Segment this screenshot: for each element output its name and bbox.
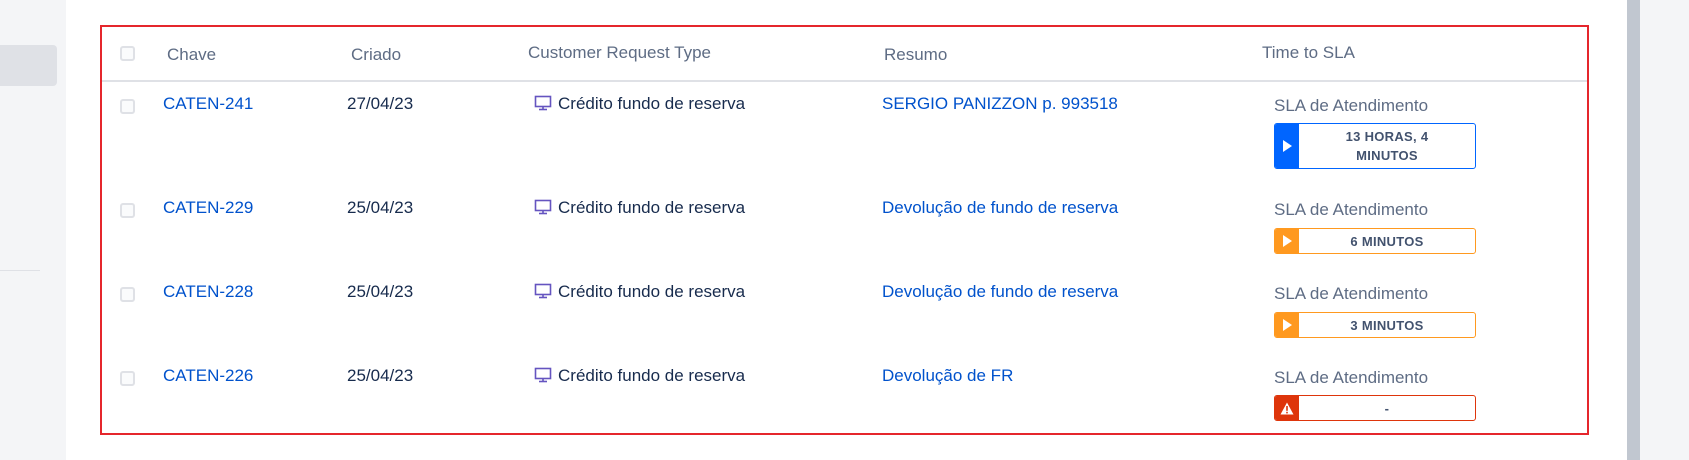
request-type: Crédito fundo de reserva xyxy=(534,366,745,386)
sla-name: SLA de Atendimento xyxy=(1274,284,1429,303)
row-checkbox[interactable] xyxy=(120,203,135,218)
table-header: Chave Criado Customer Request Type Resum… xyxy=(102,27,1587,82)
row-checkbox[interactable] xyxy=(120,99,135,114)
created-date: 25/04/23 xyxy=(347,282,414,301)
warning-icon xyxy=(1275,396,1299,420)
summary-link[interactable]: Devolução de fundo de reserva xyxy=(882,282,1118,302)
summary-link[interactable]: Devolução de fundo de reserva xyxy=(882,198,1118,218)
summary-link[interactable]: SERGIO PANIZZON p. 993518 xyxy=(882,94,1118,114)
sidebar-divider xyxy=(0,270,40,271)
monitor-icon xyxy=(534,283,552,299)
sla-badge: 6 MINUTOS xyxy=(1274,228,1476,254)
play-icon xyxy=(1275,229,1299,253)
issue-key-link[interactable]: CATEN-226 xyxy=(163,366,253,386)
request-type: Crédito fundo de reserva xyxy=(534,198,745,218)
created-date: 25/04/23 xyxy=(347,198,414,217)
issue-key-link[interactable]: CATEN-241 xyxy=(163,94,253,114)
header-criado[interactable]: Criado xyxy=(351,45,401,65)
sla-value: 13 HORAS, 4 MINUTOS xyxy=(1345,129,1429,163)
vertical-scrollbar[interactable] xyxy=(1627,0,1640,460)
header-request-type[interactable]: Customer Request Type xyxy=(528,43,711,63)
header-resumo[interactable]: Resumo xyxy=(884,45,947,65)
monitor-icon xyxy=(534,367,552,383)
request-type-label: Crédito fundo de reserva xyxy=(558,282,746,301)
play-icon xyxy=(1275,313,1299,337)
monitor-icon xyxy=(534,95,552,111)
request-type-label: Crédito fundo de reserva xyxy=(558,94,746,113)
sidebar xyxy=(0,0,66,460)
sla-badge: 13 HORAS, 4 MINUTOS xyxy=(1274,123,1476,169)
sla-name: SLA de Atendimento xyxy=(1274,96,1429,115)
row-checkbox[interactable] xyxy=(120,287,135,302)
request-type: Crédito fundo de reserva xyxy=(534,282,745,302)
play-icon xyxy=(1275,124,1299,168)
issue-table: Chave Criado Customer Request Type Resum… xyxy=(100,25,1589,435)
summary-link[interactable]: Devolução de FR xyxy=(882,366,1013,386)
issue-key-link[interactable]: CATEN-228 xyxy=(163,282,253,302)
created-date: 25/04/23 xyxy=(347,366,414,385)
monitor-icon xyxy=(534,199,552,215)
row-checkbox[interactable] xyxy=(120,371,135,386)
header-time-to-sla[interactable]: Time to SLA xyxy=(1262,43,1355,63)
select-all-checkbox[interactable] xyxy=(120,46,135,61)
sla-value: - xyxy=(1384,400,1390,416)
sidebar-selected-item[interactable] xyxy=(0,45,57,86)
issue-key-link[interactable]: CATEN-229 xyxy=(163,198,253,218)
sla-value: 6 MINUTOS xyxy=(1350,233,1424,249)
created-date: 27/04/23 xyxy=(347,94,414,113)
sla-name: SLA de Atendimento xyxy=(1274,200,1429,219)
sla-name: SLA de Atendimento xyxy=(1274,368,1429,387)
sla-badge: - xyxy=(1274,395,1476,421)
sla-value: 3 MINUTOS xyxy=(1350,317,1424,333)
header-chave[interactable]: Chave xyxy=(167,45,216,65)
request-type-label: Crédito fundo de reserva xyxy=(558,198,746,217)
request-type-label: Crédito fundo de reserva xyxy=(558,366,746,385)
sla-badge: 3 MINUTOS xyxy=(1274,312,1476,338)
request-type: Crédito fundo de reserva xyxy=(534,94,745,114)
